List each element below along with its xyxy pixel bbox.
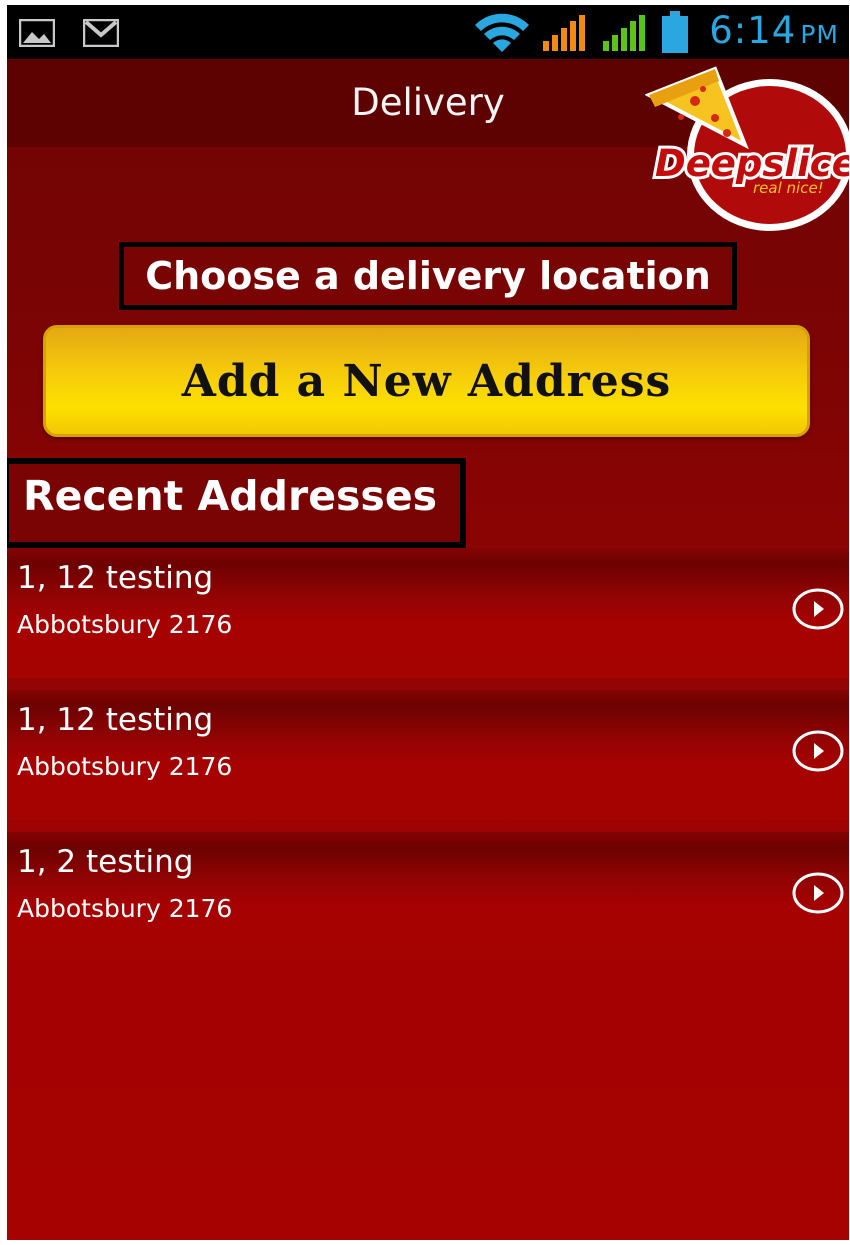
- signal-icon: [543, 15, 587, 55]
- address-list-item[interactable]: 1, 12 testing Abbotsbury 2176: [7, 690, 849, 820]
- address-street: 1, 2 testing: [17, 844, 194, 880]
- logo-tagline: real nice!: [753, 179, 824, 197]
- image-notification-icon: [18, 18, 56, 51]
- address-street: 1, 12 testing: [17, 702, 214, 738]
- choose-location-heading: Choose a delivery location: [119, 242, 737, 310]
- recent-addresses-heading: Recent Addresses: [7, 458, 466, 548]
- address-list-item[interactable]: 1, 2 testing Abbotsbury 2176: [7, 832, 849, 962]
- add-new-address-button[interactable]: Add a New Address: [43, 325, 810, 437]
- signal-icon: [603, 15, 647, 55]
- app-screen: 6:14 PM Delivery Deepslice Deepslice real…: [7, 5, 849, 1240]
- status-time: 6:14 PM: [709, 9, 839, 52]
- address-suburb: Abbotsbury 2176: [17, 894, 233, 923]
- address-list-item[interactable]: 1, 12 testing Abbotsbury 2176: [7, 548, 849, 678]
- address-street: 1, 12 testing: [17, 560, 214, 596]
- deepslice-logo: Deepslice Deepslice real nice!: [644, 63, 849, 239]
- chevron-right-icon[interactable]: [792, 588, 844, 634]
- wifi-icon: [473, 11, 531, 57]
- chevron-right-icon[interactable]: [792, 872, 844, 918]
- gmail-icon: [82, 18, 120, 51]
- status-bar: 6:14 PM: [7, 5, 849, 59]
- chevron-right-icon[interactable]: [792, 730, 844, 776]
- address-suburb: Abbotsbury 2176: [17, 752, 233, 781]
- battery-icon: [662, 11, 688, 57]
- address-suburb: Abbotsbury 2176: [17, 610, 233, 639]
